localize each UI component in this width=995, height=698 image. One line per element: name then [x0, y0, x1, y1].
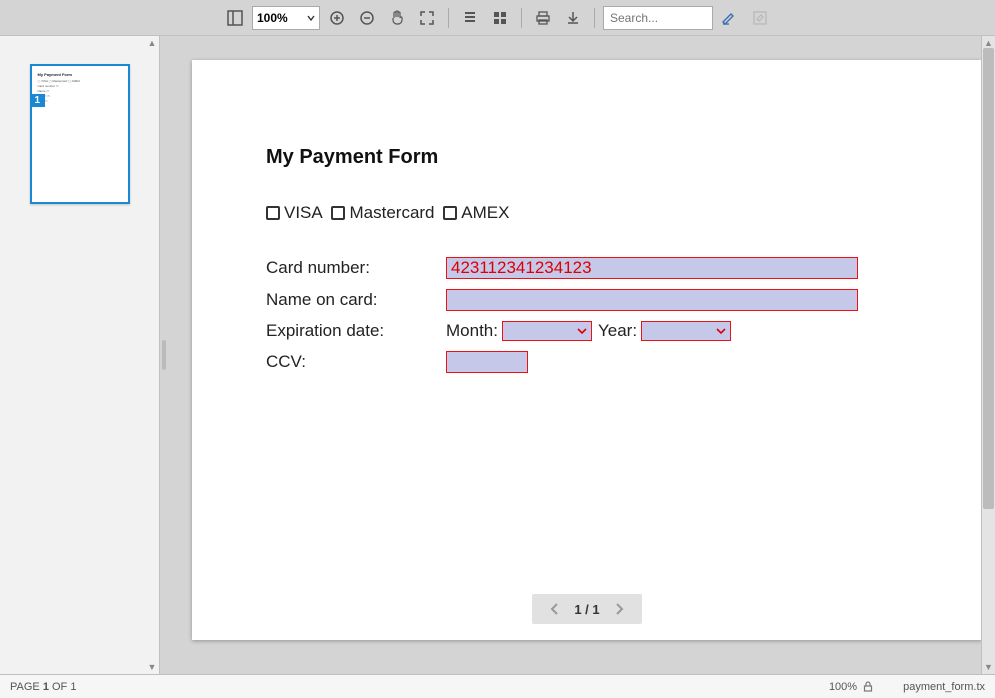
month-label: Month:	[446, 321, 498, 341]
card-number-field[interactable]: 423112341234123	[446, 257, 858, 279]
scrollbar-thumb[interactable]	[983, 48, 994, 509]
toolbar-separator	[521, 8, 522, 28]
zoom-value: 100%	[257, 11, 288, 25]
main-area: My Payment Form ▢ VISA ▢ Mastercard ▢ AM…	[0, 36, 995, 674]
sign-button[interactable]	[717, 5, 743, 31]
document-page: My Payment Form VISA Mastercard AMEX Car…	[192, 60, 981, 640]
single-page-button[interactable]	[457, 5, 483, 31]
zoom-select[interactable]: 100%	[252, 6, 320, 30]
month-select[interactable]	[502, 321, 592, 341]
status-zoom: 100%	[829, 681, 857, 693]
checkbox-mastercard[interactable]	[331, 206, 345, 220]
download-button[interactable]	[560, 5, 586, 31]
page-navigator: 1 / 1	[532, 594, 642, 624]
ccv-label: CCV:	[266, 352, 446, 372]
prev-page-button[interactable]	[550, 603, 560, 615]
checkbox-visa[interactable]	[266, 206, 280, 220]
status-bar: PAGE 1 OF 1 100% payment_form.tx	[0, 674, 995, 698]
scroll-down-icon[interactable]: ▼	[148, 662, 157, 672]
card-type-checkboxes: VISA Mastercard AMEX	[266, 203, 908, 223]
pan-button[interactable]	[384, 5, 410, 31]
checkbox-visa-label: VISA	[284, 203, 323, 222]
year-label: Year:	[598, 321, 637, 341]
page-indicator: 1 / 1	[574, 602, 599, 617]
thumbnail-pane: My Payment Form ▢ VISA ▢ Mastercard ▢ AM…	[0, 36, 160, 674]
document-viewport: My Payment Form VISA Mastercard AMEX Car…	[168, 36, 981, 674]
scroll-up-icon[interactable]: ▲	[984, 38, 993, 48]
chevron-down-icon	[577, 326, 587, 336]
chevron-down-icon	[716, 326, 726, 336]
checkbox-amex-label: AMEX	[461, 203, 509, 222]
name-on-card-label: Name on card:	[266, 290, 446, 310]
scroll-up-icon[interactable]: ▲	[148, 38, 157, 48]
thumbnail-scrollbar[interactable]: ▲ ▼	[145, 36, 159, 674]
lock-icon	[863, 681, 873, 692]
expiration-label: Expiration date:	[266, 321, 446, 341]
sidebar-toggle-button[interactable]	[222, 5, 248, 31]
print-button[interactable]	[530, 5, 556, 31]
search-input[interactable]	[603, 6, 713, 30]
ccv-field[interactable]	[446, 351, 528, 373]
year-select[interactable]	[641, 321, 731, 341]
card-number-label: Card number:	[266, 258, 446, 278]
page-title: My Payment Form	[266, 146, 908, 169]
vertical-scrollbar[interactable]: ▲ ▼	[981, 36, 995, 674]
page-thumbnail[interactable]: My Payment Form ▢ VISA ▢ Mastercard ▢ AM…	[30, 64, 130, 204]
splitter-handle[interactable]	[160, 36, 168, 674]
toolbar-separator	[448, 8, 449, 28]
status-filename: payment_form.tx	[903, 681, 985, 693]
name-on-card-field[interactable]	[446, 289, 858, 311]
chevron-down-icon	[307, 14, 315, 22]
edit-button[interactable]	[747, 5, 773, 31]
toolbar: 100%	[0, 0, 995, 36]
zoom-out-button[interactable]	[354, 5, 380, 31]
grid-view-button[interactable]	[487, 5, 513, 31]
fullscreen-button[interactable]	[414, 5, 440, 31]
page-status: PAGE 1 OF 1	[10, 681, 76, 693]
checkbox-mastercard-label: Mastercard	[349, 203, 434, 222]
checkbox-amex[interactable]	[443, 206, 457, 220]
next-page-button[interactable]	[614, 603, 624, 615]
thumbnail-page-number: 1	[30, 94, 46, 107]
toolbar-separator	[594, 8, 595, 28]
scroll-down-icon[interactable]: ▼	[984, 662, 993, 672]
zoom-in-button[interactable]	[324, 5, 350, 31]
